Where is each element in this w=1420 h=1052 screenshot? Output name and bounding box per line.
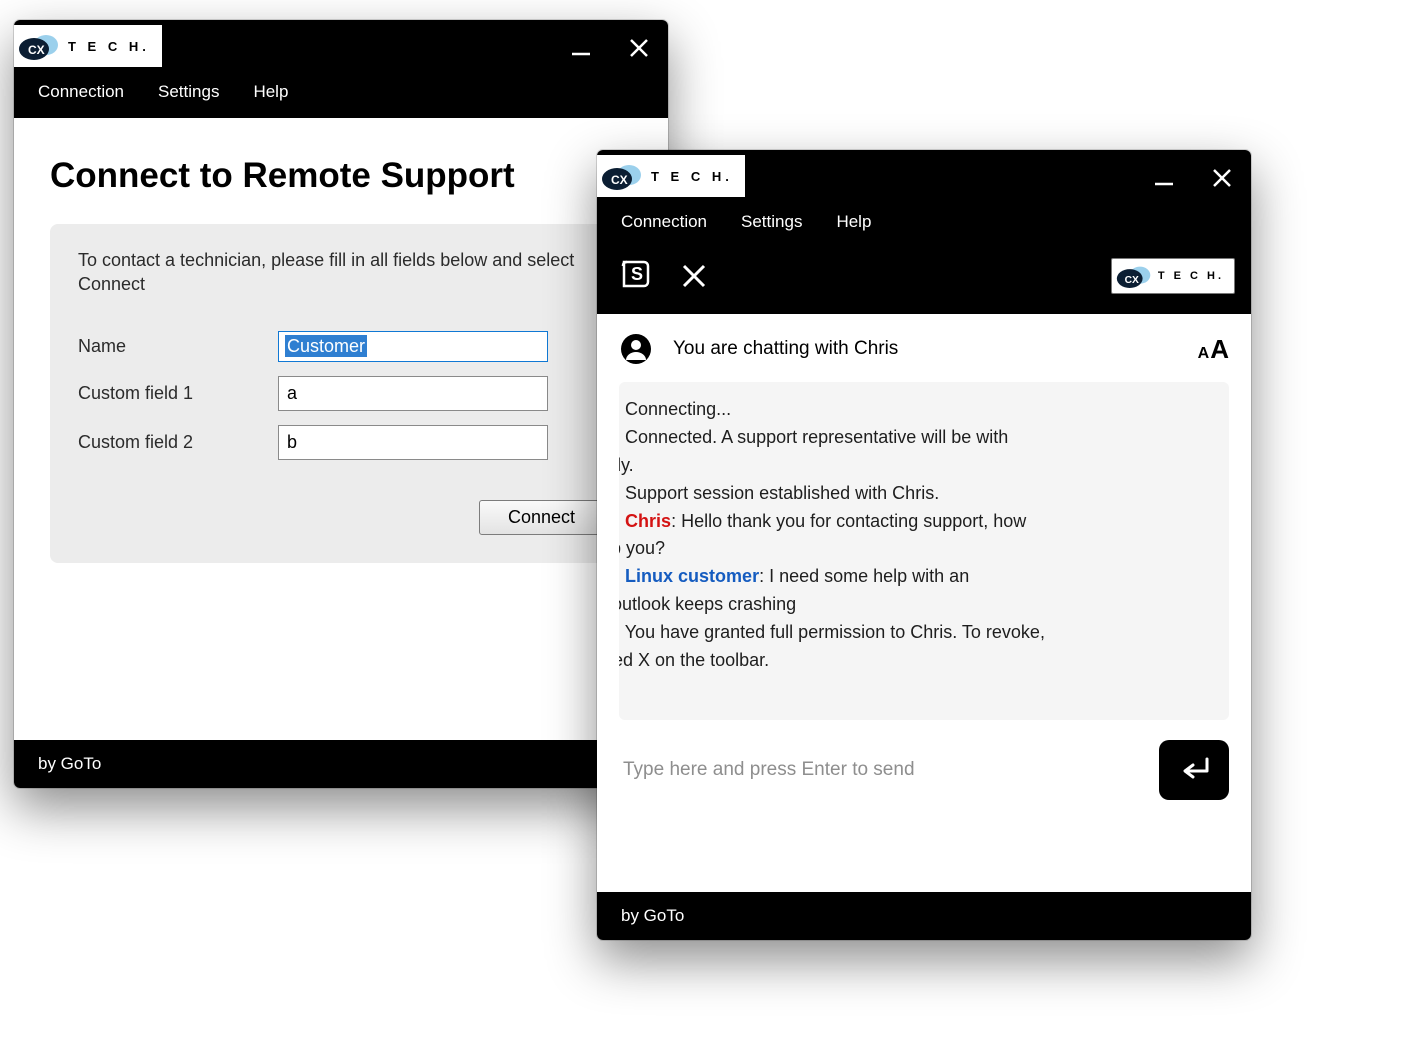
chat-entry: 3 AM Linux customer: I need some help wi… — [619, 563, 1211, 591]
menu-connection[interactable]: Connection — [621, 212, 707, 232]
enter-icon — [1177, 755, 1211, 785]
menu-help[interactable]: Help — [836, 212, 871, 232]
send-button[interactable] — [1159, 740, 1229, 800]
chat-window: CX T E C H. Connection Settings Help — [597, 150, 1251, 940]
brand-chip: CX T E C H. — [1111, 258, 1235, 294]
chat-log: 2 AM Connecting...2 AM Connected. A supp… — [619, 382, 1229, 720]
svg-text:CX: CX — [1124, 275, 1138, 286]
close-icon — [1209, 165, 1235, 191]
chat-input[interactable] — [619, 740, 1145, 800]
agent-avatar-icon — [619, 332, 653, 366]
titlebar: CX T E C H. Connection Settings Help — [14, 20, 668, 118]
minimize-icon — [1151, 165, 1177, 191]
chat-title: You are chatting with Chris — [673, 338, 898, 360]
chat-entry: 2 AM Connected. A support representative… — [619, 424, 1211, 452]
close-icon — [626, 35, 652, 61]
font-size-button[interactable]: AA — [1198, 334, 1229, 365]
minimize-button[interactable] — [566, 33, 596, 63]
chat-entry-continuation: I help you? — [619, 535, 1211, 563]
cloud-logo-icon: CX — [1116, 263, 1152, 289]
close-button[interactable] — [1207, 163, 1237, 193]
chat-toolbar: S CX T E C H. — [597, 248, 1251, 314]
menubar: Connection Settings Help — [597, 202, 1251, 248]
menu-help[interactable]: Help — [253, 82, 288, 102]
brand-logo: CX T E C H. — [597, 155, 745, 197]
menu-settings[interactable]: Settings — [158, 82, 219, 102]
svg-text:CX: CX — [28, 43, 45, 57]
chat-session-icon: S — [619, 259, 653, 293]
menu-settings[interactable]: Settings — [741, 212, 802, 232]
cloud-logo-icon: CX — [601, 161, 643, 191]
connect-button[interactable]: Connect — [479, 500, 604, 535]
close-icon — [679, 261, 709, 291]
name-label: Name — [78, 336, 278, 357]
connect-window: CX T E C H. Connection Settings Help Con… — [14, 20, 668, 788]
name-value: Customer — [285, 335, 367, 357]
chat-entry-continuation: ate, outlook keeps crashing — [619, 591, 1211, 619]
cloud-logo-icon: CX — [18, 31, 60, 61]
close-button[interactable] — [624, 33, 654, 63]
chat-entry-continuation: the red X on the toolbar. — [619, 647, 1211, 675]
footer: by GoTo — [597, 892, 1251, 940]
cf2-field[interactable] — [278, 425, 548, 460]
cf1-field[interactable] — [278, 376, 548, 411]
svg-text:S: S — [631, 264, 643, 284]
brand-logo: CX T E C H. — [14, 25, 162, 67]
brand-text: T E C H. — [68, 39, 150, 54]
svg-text:CX: CX — [611, 173, 628, 187]
page-title: Connect to Remote Support — [50, 156, 632, 196]
brand-text: T E C H. — [651, 169, 733, 184]
name-field[interactable]: Customer — [278, 331, 548, 362]
cf1-label: Custom field 1 — [78, 383, 278, 404]
menu-connection[interactable]: Connection — [38, 82, 124, 102]
brand-text: T E C H. — [1158, 270, 1224, 282]
chat-entry: 3 AM You have granted full permission to… — [619, 619, 1211, 647]
chat-close-button[interactable] — [679, 261, 709, 291]
chat-entry: 2 AM Connecting... — [619, 396, 1211, 424]
minimize-button[interactable] — [1149, 163, 1179, 193]
chat-entry: 2 AM Chris: Hello thank you for contacti… — [619, 508, 1211, 536]
chat-entry: 2 AM Support session established with Ch… — [619, 480, 1211, 508]
footer: by GoTo — [14, 740, 668, 788]
minimize-icon — [568, 35, 594, 61]
cf2-label: Custom field 2 — [78, 432, 278, 453]
menubar: Connection Settings Help — [14, 72, 668, 118]
form-panel: To contact a technician, please fill in … — [50, 224, 632, 563]
form-instruction: To contact a technician, please fill in … — [78, 248, 604, 297]
titlebar: CX T E C H. Connection Settings Help — [597, 150, 1251, 314]
chat-entry-continuation: shortly. — [619, 452, 1211, 480]
